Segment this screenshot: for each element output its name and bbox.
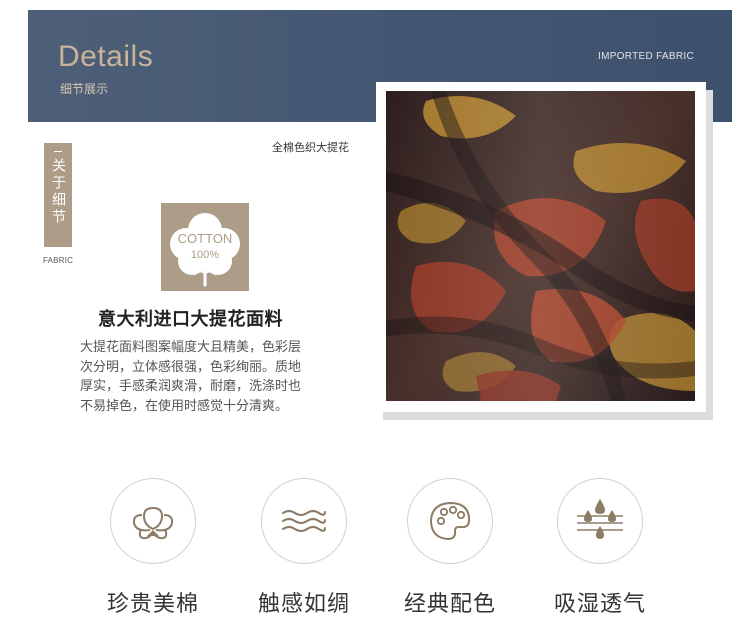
imported-fabric-tag: IMPORTED FABRIC xyxy=(598,51,694,62)
feature-label: 吸湿透气 xyxy=(553,592,646,617)
feature-circle xyxy=(407,478,493,564)
side-tab-label: 关于细节 xyxy=(50,158,66,226)
feature-circle xyxy=(110,478,196,564)
page-subtitle: 细节展示 xyxy=(60,82,109,96)
feature-circle xyxy=(557,478,643,564)
product-heading: 意大利进口大提花面料 xyxy=(98,309,283,330)
product-description: 大提花面料图案幅度大且精美，色彩层 次分明，立体感很强，色彩绚丽。质地 厚实，手… xyxy=(80,338,355,416)
side-tab: 关于细节 xyxy=(44,143,72,247)
feature-premium-cotton: 珍贵美棉 xyxy=(98,478,208,618)
side-tab-dash xyxy=(54,151,62,152)
description-line: 次分明，立体感很强，色彩绚丽。质地 xyxy=(80,359,302,375)
feature-label: 珍贵美棉 xyxy=(106,592,199,617)
badge-line2: 100% xyxy=(191,249,219,261)
feature-circle xyxy=(261,478,347,564)
palette-icon xyxy=(430,502,471,540)
page-title: Details xyxy=(58,40,154,73)
description-line: 不易掉色，在使用时感觉十分清爽。 xyxy=(80,398,289,414)
feature-classic-colors: 经典配色 xyxy=(395,478,505,618)
silk-waves-icon xyxy=(282,510,326,532)
cotton-100-badge: COTTON 100% xyxy=(161,203,249,291)
side-tab-caption: FABRIC xyxy=(43,256,74,265)
fabric-pattern-image xyxy=(386,91,695,401)
cotton-badge-icon: COTTON 100% xyxy=(170,213,240,287)
cotton-flower-icon xyxy=(132,507,174,540)
description-line: 大提花面料图案幅度大且精美，色彩层 xyxy=(80,340,302,355)
fabric-note: 全棉色织大提花 xyxy=(272,141,349,154)
feature-label: 经典配色 xyxy=(403,592,496,617)
badge-line1: COTTON xyxy=(178,231,233,246)
feature-breathable: 吸湿透气 xyxy=(545,478,655,618)
feature-silky-touch: 触感如绸 xyxy=(249,478,359,618)
description-line: 厚实，手感柔润爽滑，耐磨，洗涤时也 xyxy=(80,379,302,394)
feature-label: 触感如绸 xyxy=(257,592,350,617)
moisture-drops-icon xyxy=(577,499,623,539)
fabric-detail-photo xyxy=(386,91,695,401)
